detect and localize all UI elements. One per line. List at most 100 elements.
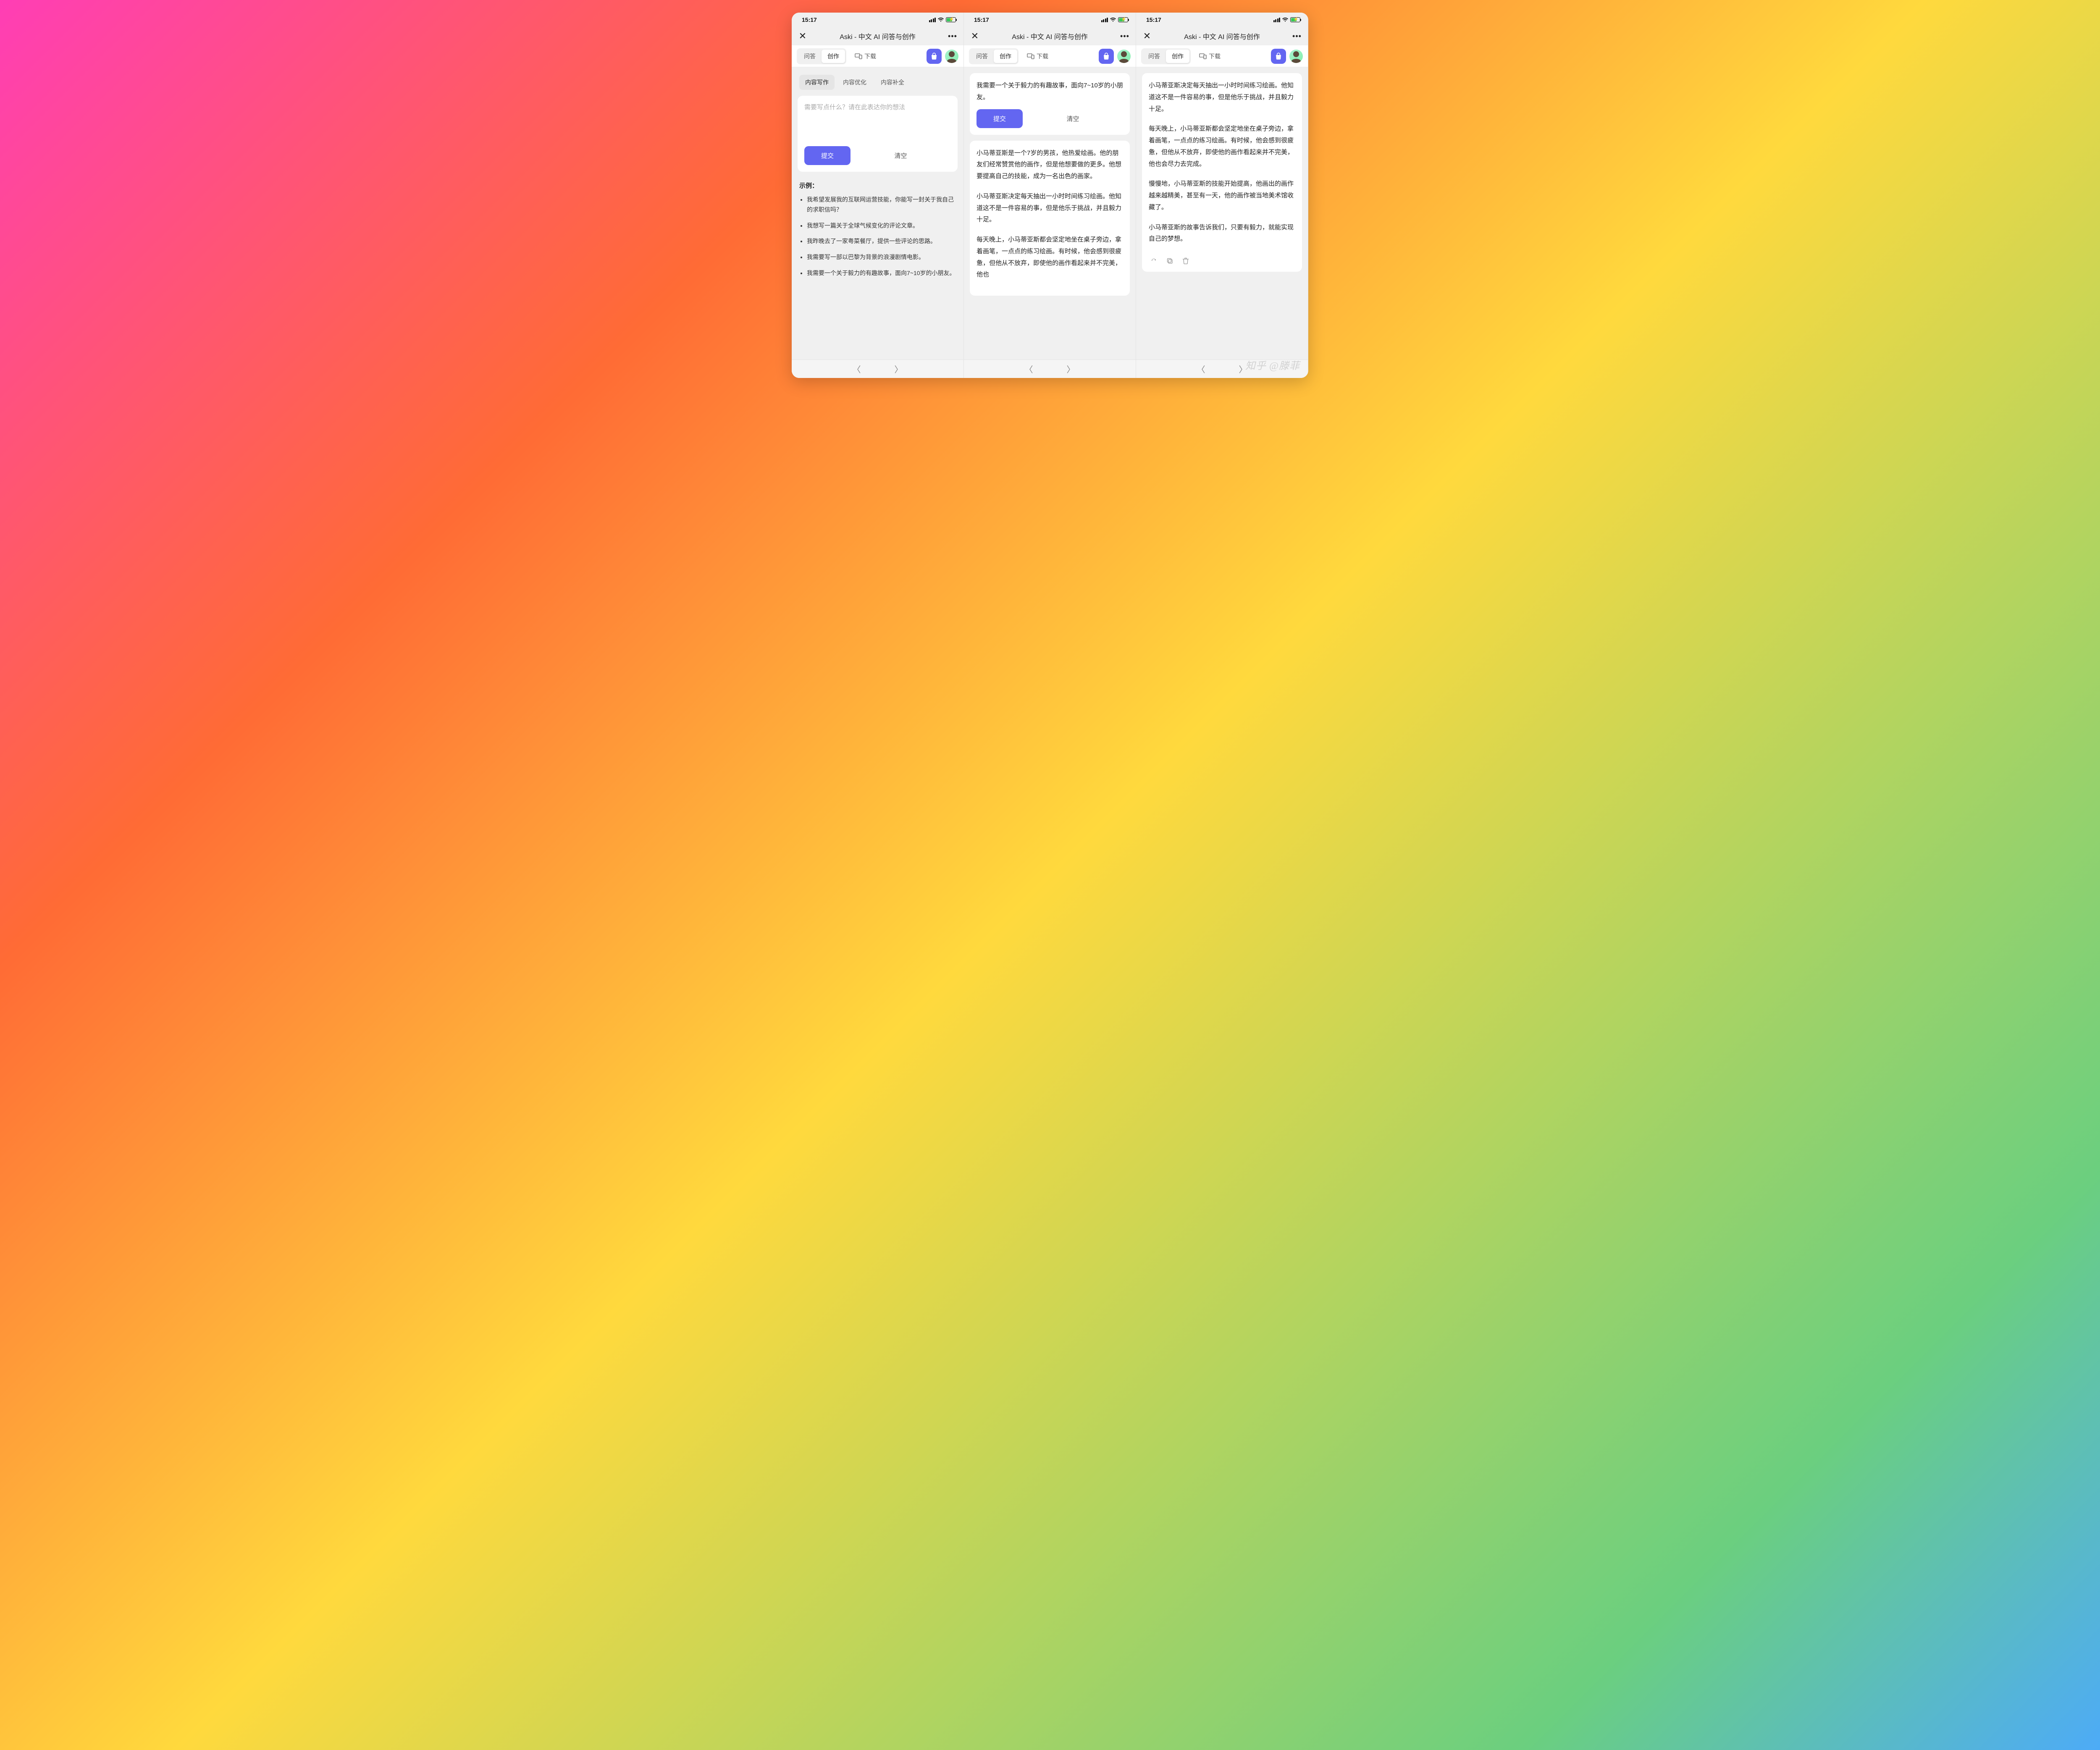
nav-back-icon[interactable]: 〈 (1197, 363, 1205, 375)
wifi-icon (1110, 17, 1116, 22)
status-time: 15:17 (802, 16, 817, 23)
subtab-write[interactable]: 内容写作 (799, 75, 835, 90)
tab-qa[interactable]: 问答 (1142, 50, 1166, 63)
wifi-icon (1282, 17, 1289, 22)
download-label: 下载 (864, 52, 876, 60)
app-title: Aski - 中文 AI 问答与创作 (812, 31, 943, 41)
tab-qa[interactable]: 问答 (798, 50, 822, 63)
wifi-icon (937, 17, 944, 22)
download-button[interactable]: 下载 (1196, 52, 1224, 60)
avatar[interactable] (1117, 50, 1131, 63)
story-paragraph: 每天晚上，小马蒂亚斯都会坚定地坐在桌子旁边，拿着画笔，一点点的练习绘画。有时候，… (1149, 123, 1295, 170)
tab-create[interactable]: 创作 (994, 50, 1017, 63)
status-icons: ⚡ (1101, 17, 1129, 22)
example-item[interactable]: 我想写一篇关于全球气候变化的评论文章。 (807, 221, 958, 231)
battery-icon: ⚡ (946, 17, 956, 22)
content-area: 内容写作 内容优化 内容补全 需要写点什么？请在此表达你的想法 提交 清空 示例… (792, 67, 963, 359)
example-item[interactable]: 我昨晚去了一家粤菜餐厅，提供一些评论的思路。 (807, 236, 958, 247)
story-paragraph: 慢慢地，小马蒂亚斯的技能开始提高，他画出的画作越来越精美，甚至有一天，他的画作被… (1149, 178, 1295, 213)
shop-button[interactable] (927, 49, 942, 64)
more-icon[interactable]: ••• (1119, 32, 1131, 41)
status-bar: 15:17 ⚡ (792, 13, 963, 27)
examples-title: 示例： (798, 178, 958, 195)
status-time: 15:17 (974, 16, 989, 23)
close-icon[interactable]: ✕ (969, 31, 981, 42)
more-icon[interactable]: ••• (947, 32, 958, 41)
download-button[interactable]: 下载 (851, 52, 879, 60)
example-item[interactable]: 我希望发展我的互联网运营技能，你能写一封关于我自己的求职信吗？ (807, 195, 958, 215)
tab-create[interactable]: 创作 (822, 50, 845, 63)
status-time: 15:17 (1146, 16, 1161, 23)
avatar[interactable] (945, 50, 958, 63)
devices-icon (1027, 53, 1034, 59)
app-title: Aski - 中文 AI 问答与创作 (984, 31, 1116, 41)
content-area: 小马蒂亚斯决定每天抽出一小时时间练习绘画。他知道这不是一件容易的事，但是他乐于挑… (1136, 67, 1308, 359)
subtabs: 内容写作 内容优化 内容补全 (798, 73, 958, 96)
toolbar: 问答 创作 下载 (1136, 45, 1308, 67)
story-paragraph: 小马蒂亚斯的故事告诉我们，只要有毅力，就能实现自己的梦想。 (1149, 222, 1295, 245)
close-icon[interactable]: ✕ (1141, 31, 1153, 42)
nav-back-icon[interactable]: 〈 (1025, 363, 1033, 375)
titlebar: ✕ Aski - 中文 AI 问答与创作 ••• (792, 27, 963, 45)
titlebar: ✕ Aski - 中文 AI 问答与创作 ••• (964, 27, 1136, 45)
output-actions (1149, 253, 1295, 265)
submit-button[interactable]: 提交 (804, 146, 850, 165)
signal-icon (1101, 18, 1108, 22)
bottom-nav: 〈 〉 (1136, 359, 1308, 378)
examples-list: 我希望发展我的互联网运营技能，你能写一封关于我自己的求职信吗？ 我想写一篇关于全… (798, 195, 958, 278)
input-card: 我需要一个关于毅力的有趣故事，面向7~10岁的小朋友。 提交 清空 (970, 73, 1130, 135)
mode-segment: 问答 创作 (1141, 48, 1191, 64)
output-card: 小马蒂亚斯决定每天抽出一小时时间练习绘画。他知道这不是一件容易的事，但是他乐于挑… (1142, 73, 1302, 272)
status-icons: ⚡ (1273, 17, 1301, 22)
download-label: 下载 (1037, 52, 1048, 60)
nav-forward-icon[interactable]: 〉 (895, 363, 903, 375)
battery-icon: ⚡ (1290, 17, 1300, 22)
shop-button[interactable] (1099, 49, 1114, 64)
titlebar: ✕ Aski - 中文 AI 问答与创作 ••• (1136, 27, 1308, 45)
story-paragraph: 小马蒂亚斯决定每天抽出一小时时间练习绘画。他知道这不是一件容易的事，但是他乐于挑… (1149, 80, 1295, 115)
prompt-input[interactable]: 需要写点什么？请在此表达你的想法 (804, 102, 951, 140)
bag-icon (1102, 52, 1110, 60)
story-paragraph: 小马蒂亚斯决定每天抽出一小时时间练习绘画。他知道这不是一件容易的事，但是他乐于挑… (976, 191, 1123, 226)
download-button[interactable]: 下载 (1024, 52, 1052, 60)
example-item[interactable]: 我需要写一部以巴黎为背景的浪漫剧情电影。 (807, 252, 958, 262)
bottom-nav: 〈 〉 (964, 359, 1136, 378)
content-area: 我需要一个关于毅力的有趣故事，面向7~10岁的小朋友。 提交 清空 小马蒂亚斯是… (964, 67, 1136, 359)
story-paragraph: 每天晚上，小马蒂亚斯都会坚定地坐在桌子旁边，拿着画笔，一点点的练习绘画。有时候，… (976, 234, 1123, 281)
devices-icon (1199, 53, 1207, 59)
refresh-icon[interactable] (1150, 257, 1158, 265)
output-card: 小马蒂亚斯是一个7岁的男孩，他热爱绘画。他的朋友们经常赞赏他的画作，但是他想要做… (970, 141, 1130, 296)
input-card: 需要写点什么？请在此表达你的想法 提交 清空 (798, 96, 958, 172)
pane-2: 15:17 ⚡ ✕ Aski - 中文 AI 问答与创作 ••• 问答 创作 下… (964, 13, 1136, 378)
toolbar: 问答 创作 下载 (964, 45, 1136, 67)
clear-button[interactable]: 清空 (1023, 109, 1123, 128)
subtab-complete[interactable]: 内容补全 (875, 75, 910, 90)
tab-create[interactable]: 创作 (1166, 50, 1189, 63)
mode-segment: 问答 创作 (797, 48, 846, 64)
download-label: 下载 (1209, 52, 1221, 60)
bag-icon (1275, 52, 1282, 60)
nav-forward-icon[interactable]: 〉 (1067, 363, 1075, 375)
tab-qa[interactable]: 问答 (970, 50, 994, 63)
prompt-input[interactable]: 我需要一个关于毅力的有趣故事，面向7~10岁的小朋友。 (976, 80, 1123, 103)
bag-icon (930, 52, 938, 60)
example-item[interactable]: 我需要一个关于毅力的有趣故事，面向7~10岁的小朋友。 (807, 268, 958, 278)
mode-segment: 问答 创作 (969, 48, 1018, 64)
more-icon[interactable]: ••• (1291, 32, 1303, 41)
avatar[interactable] (1289, 50, 1303, 63)
story-paragraph: 小马蒂亚斯是一个7岁的男孩，他热爱绘画。他的朋友们经常赞赏他的画作，但是他想要做… (976, 147, 1123, 182)
clear-button[interactable]: 清空 (850, 146, 951, 165)
status-icons: ⚡ (929, 17, 956, 22)
submit-button[interactable]: 提交 (976, 109, 1023, 128)
pane-3: 15:17 ⚡ ✕ Aski - 中文 AI 问答与创作 ••• 问答 创作 下… (1136, 13, 1308, 378)
delete-icon[interactable] (1181, 257, 1190, 265)
copy-icon[interactable] (1166, 257, 1174, 265)
battery-icon: ⚡ (1118, 17, 1128, 22)
shop-button[interactable] (1271, 49, 1286, 64)
close-icon[interactable]: ✕ (797, 31, 808, 42)
subtab-optimize[interactable]: 内容优化 (837, 75, 872, 90)
nav-back-icon[interactable]: 〈 (853, 363, 861, 375)
status-bar: 15:17 ⚡ (1136, 13, 1308, 27)
toolbar: 问答 创作 下载 (792, 45, 963, 67)
nav-forward-icon[interactable]: 〉 (1239, 363, 1247, 375)
